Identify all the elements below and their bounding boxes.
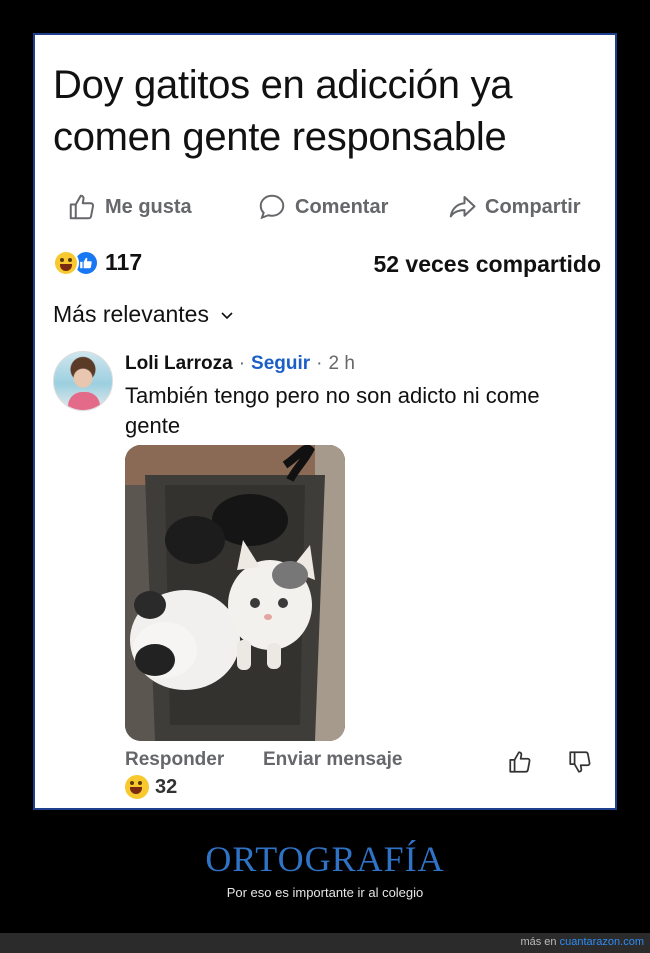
comment-reactions[interactable]: 32: [125, 775, 177, 799]
follow-button[interactable]: Seguir: [251, 353, 310, 375]
post-actions-bar: Me gusta Comentar Compartir: [35, 185, 619, 229]
share-button[interactable]: Compartir: [447, 185, 581, 229]
post-stats: 117 52 veces compartido: [53, 249, 601, 283]
comment-label: Comentar: [295, 195, 389, 218]
footer-bar: más en cuantarazon.com: [0, 933, 650, 953]
separator-dot: ·: [238, 353, 246, 374]
thumbs-up-icon[interactable]: [507, 749, 533, 775]
avatar[interactable]: [53, 351, 113, 411]
share-label: Compartir: [485, 195, 581, 218]
thumbs-down-icon[interactable]: [567, 749, 593, 775]
comment-text: También tengo pero no son adicto ni come…: [125, 383, 540, 438]
share-arrow-icon: [449, 196, 476, 218]
kittens-photo[interactable]: [125, 445, 345, 741]
comment-author[interactable]: Loli Larroza: [125, 353, 233, 375]
separator-dot: ·: [316, 353, 323, 374]
reply-button[interactable]: Responder: [125, 749, 224, 771]
reactions-summary[interactable]: 117: [53, 249, 142, 276]
haha-emoji-icon: [53, 249, 79, 276]
comment-bubble-icon: [259, 194, 285, 220]
share-count[interactable]: 52 veces compartido: [373, 251, 601, 278]
caption-title: ORTOGRAFÍA: [205, 839, 445, 879]
footer-link[interactable]: cuantarazon.com: [560, 936, 644, 948]
comment-reaction-count: 32: [155, 775, 178, 798]
send-message-button[interactable]: Enviar mensaje: [263, 749, 402, 771]
haha-emoji-icon: [125, 775, 149, 799]
thumbs-up-icon: [69, 194, 95, 220]
comment: Loli Larroza · Seguir · 2 h También teng…: [53, 351, 613, 811]
comment-header: Loli Larroza · Seguir · 2 h: [125, 353, 355, 375]
footer-prefix: más en: [520, 936, 557, 948]
caption-subtitle: Por eso es importante ir al colegio: [226, 885, 424, 900]
footer-text: más en cuantarazon.com: [520, 936, 644, 948]
post-title: Doy gatitos en adicción ya comen gente r…: [53, 63, 513, 159]
comment-button[interactable]: Comentar: [257, 185, 388, 229]
comment-sort-dropdown[interactable]: Más relevantes: [53, 301, 235, 328]
comment-actions: Responder Enviar mensaje: [125, 749, 605, 779]
kittens-photo-drawing: [125, 445, 345, 741]
comment-timestamp: 2 h: [328, 353, 355, 374]
reaction-count: 117: [105, 249, 143, 275]
post-card: Doy gatitos en adicción ya comen gente r…: [33, 33, 617, 810]
chevron-down-icon: [221, 311, 233, 319]
sort-label: Más relevantes: [53, 301, 209, 327]
like-label: Me gusta: [105, 195, 192, 218]
like-button[interactable]: Me gusta: [67, 185, 192, 229]
